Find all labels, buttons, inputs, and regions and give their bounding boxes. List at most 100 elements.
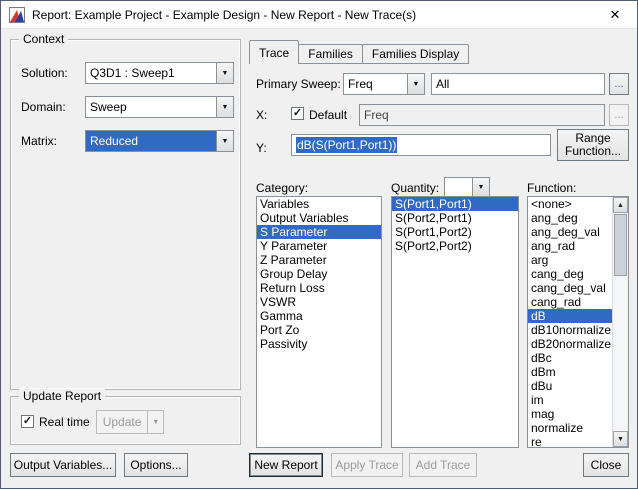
output-variables-label: Output Variables...: [13, 458, 113, 472]
window-title: Report: Example Project - Example Design…: [32, 8, 417, 22]
list-item[interactable]: S Parameter: [257, 225, 381, 239]
primary-sweep-combobox[interactable]: Freq ▼: [343, 73, 425, 95]
real-time-checkbox[interactable]: ✓: [21, 415, 34, 428]
chevron-down-icon[interactable]: ▼: [216, 131, 233, 151]
primary-sweep-label: Primary Sweep:: [256, 77, 341, 91]
x-expression-field: Freq: [359, 104, 605, 126]
list-item[interactable]: Output Variables: [257, 211, 381, 225]
list-item[interactable]: Y Parameter: [257, 239, 381, 253]
chevron-down-icon[interactable]: ▼: [216, 63, 233, 83]
update-report-group-title: Update Report: [19, 389, 106, 403]
chevron-down-icon[interactable]: ▼: [407, 74, 424, 94]
list-item[interactable]: S(Port1,Port2): [392, 225, 518, 239]
list-item[interactable]: dBu: [528, 379, 612, 393]
close-icon[interactable]: ✕: [599, 5, 631, 25]
list-item[interactable]: Group Delay: [257, 267, 381, 281]
function-listbox[interactable]: <none> ang_deg ang_deg_val ang_rad arg cang_d…: [527, 196, 629, 448]
chevron-down-icon[interactable]: ▼: [216, 97, 233, 117]
sweep-range-ellipsis-button[interactable]: ...: [609, 73, 629, 95]
list-item[interactable]: Variables: [257, 197, 381, 211]
list-item[interactable]: S(Port2,Port1): [392, 211, 518, 225]
function-scrollbar[interactable]: ▲ ▼: [612, 197, 628, 447]
list-item[interactable]: normalize: [528, 421, 612, 435]
list-item[interactable]: S(Port2,Port2): [392, 239, 518, 253]
primary-sweep-value: Freq: [348, 77, 373, 91]
list-item[interactable]: ang_deg_val: [528, 225, 612, 239]
list-item[interactable]: Passivity: [257, 337, 381, 351]
tab-strip: Trace Families Families Display: [249, 39, 470, 64]
tab-trace[interactable]: Trace: [249, 40, 300, 64]
default-checkbox[interactable]: ✓: [291, 107, 304, 120]
list-item[interactable]: dBc: [528, 351, 612, 365]
update-button: Update ▼: [96, 410, 164, 434]
domain-value: Sweep: [90, 100, 127, 114]
list-item[interactable]: S(Port1,Port1): [392, 197, 518, 211]
domain-combobox[interactable]: Sweep ▼: [85, 96, 234, 118]
category-listbox[interactable]: Variables Output Variables S Parameter Y Pa…: [256, 196, 382, 448]
list-item[interactable]: Gamma: [257, 309, 381, 323]
list-item[interactable]: im: [528, 393, 612, 407]
y-expression-value: dB(S(Port1,Port1)): [296, 137, 398, 153]
new-report-button[interactable]: New Report: [249, 453, 323, 477]
sweep-range-value: All: [436, 77, 450, 91]
scrollbar-thumb[interactable]: [614, 214, 627, 276]
ellipsis-icon: ...: [614, 109, 624, 121]
x-expression-value: Freq: [364, 108, 389, 122]
context-group-title: Context: [19, 32, 69, 46]
options-label: Options...: [130, 458, 182, 472]
quantity-listbox[interactable]: S(Port1,Port1) S(Port2,Port1) S(Port1,Port…: [391, 196, 519, 448]
tab-families-display[interactable]: Families Display: [361, 44, 470, 63]
apply-trace-label: Apply Trace: [335, 458, 399, 472]
list-item[interactable]: Return Loss: [257, 281, 381, 295]
y-expression-field[interactable]: dB(S(Port1,Port1)): [291, 134, 551, 156]
list-item[interactable]: arg: [528, 253, 612, 267]
new-report-label: New Report: [254, 458, 318, 472]
close-label: Close: [590, 458, 622, 472]
matrix-combobox[interactable]: Reduced ▼: [85, 130, 234, 152]
real-time-label[interactable]: Real time: [39, 415, 90, 429]
quantity-label: Quantity:: [391, 181, 440, 195]
list-item[interactable]: dB20normalize: [528, 337, 612, 351]
chevron-down-icon: ▼: [147, 411, 163, 433]
default-label[interactable]: Default: [309, 108, 347, 122]
sweep-range-field[interactable]: All: [431, 73, 605, 95]
range-function-label: Range Function...: [564, 131, 622, 158]
list-item[interactable]: ang_rad: [528, 239, 612, 253]
list-item[interactable]: cang_rad: [528, 295, 612, 309]
list-item[interactable]: re: [528, 435, 612, 447]
y-label: Y:: [256, 141, 267, 155]
list-item[interactable]: dB: [528, 309, 612, 323]
options-button[interactable]: Options...: [124, 453, 188, 477]
range-function-button[interactable]: Range Function...: [557, 129, 629, 161]
list-item[interactable]: dB10normalize: [528, 323, 612, 337]
title-bar[interactable]: Report: Example Project - Example Design…: [1, 1, 637, 29]
solution-label: Solution:: [21, 66, 68, 80]
scroll-up-icon[interactable]: ▲: [613, 197, 628, 213]
domain-label: Domain:: [21, 100, 66, 114]
add-trace-label: Add Trace: [415, 458, 471, 472]
matrix-value: Reduced: [86, 131, 216, 151]
tab-families[interactable]: Families: [298, 44, 363, 63]
list-item[interactable]: ang_deg: [528, 211, 612, 225]
list-item[interactable]: VSWR: [257, 295, 381, 309]
close-button[interactable]: Close: [583, 453, 629, 477]
ellipsis-icon: ...: [614, 78, 624, 90]
list-item[interactable]: cang_deg_val: [528, 281, 612, 295]
output-variables-button[interactable]: Output Variables...: [10, 453, 116, 477]
solution-combobox[interactable]: Q3D1 : Sweep1 ▼: [85, 62, 234, 84]
list-item[interactable]: <none>: [528, 197, 612, 211]
list-item[interactable]: Port Zo: [257, 323, 381, 337]
quantity-combobox[interactable]: ▼: [444, 177, 490, 197]
solution-value: Q3D1 : Sweep1: [90, 66, 175, 80]
list-item[interactable]: cang_deg: [528, 267, 612, 281]
list-item[interactable]: dBm: [528, 365, 612, 379]
add-trace-button: Add Trace: [409, 453, 477, 477]
list-item[interactable]: mag: [528, 407, 612, 421]
category-label: Category:: [256, 181, 309, 195]
list-item[interactable]: Z Parameter: [257, 253, 381, 267]
update-button-label: Update: [102, 415, 142, 429]
context-group: Context: [10, 32, 241, 390]
report-icon: [9, 7, 25, 23]
chevron-down-icon[interactable]: ▼: [472, 178, 489, 196]
scroll-down-icon[interactable]: ▼: [613, 431, 628, 447]
